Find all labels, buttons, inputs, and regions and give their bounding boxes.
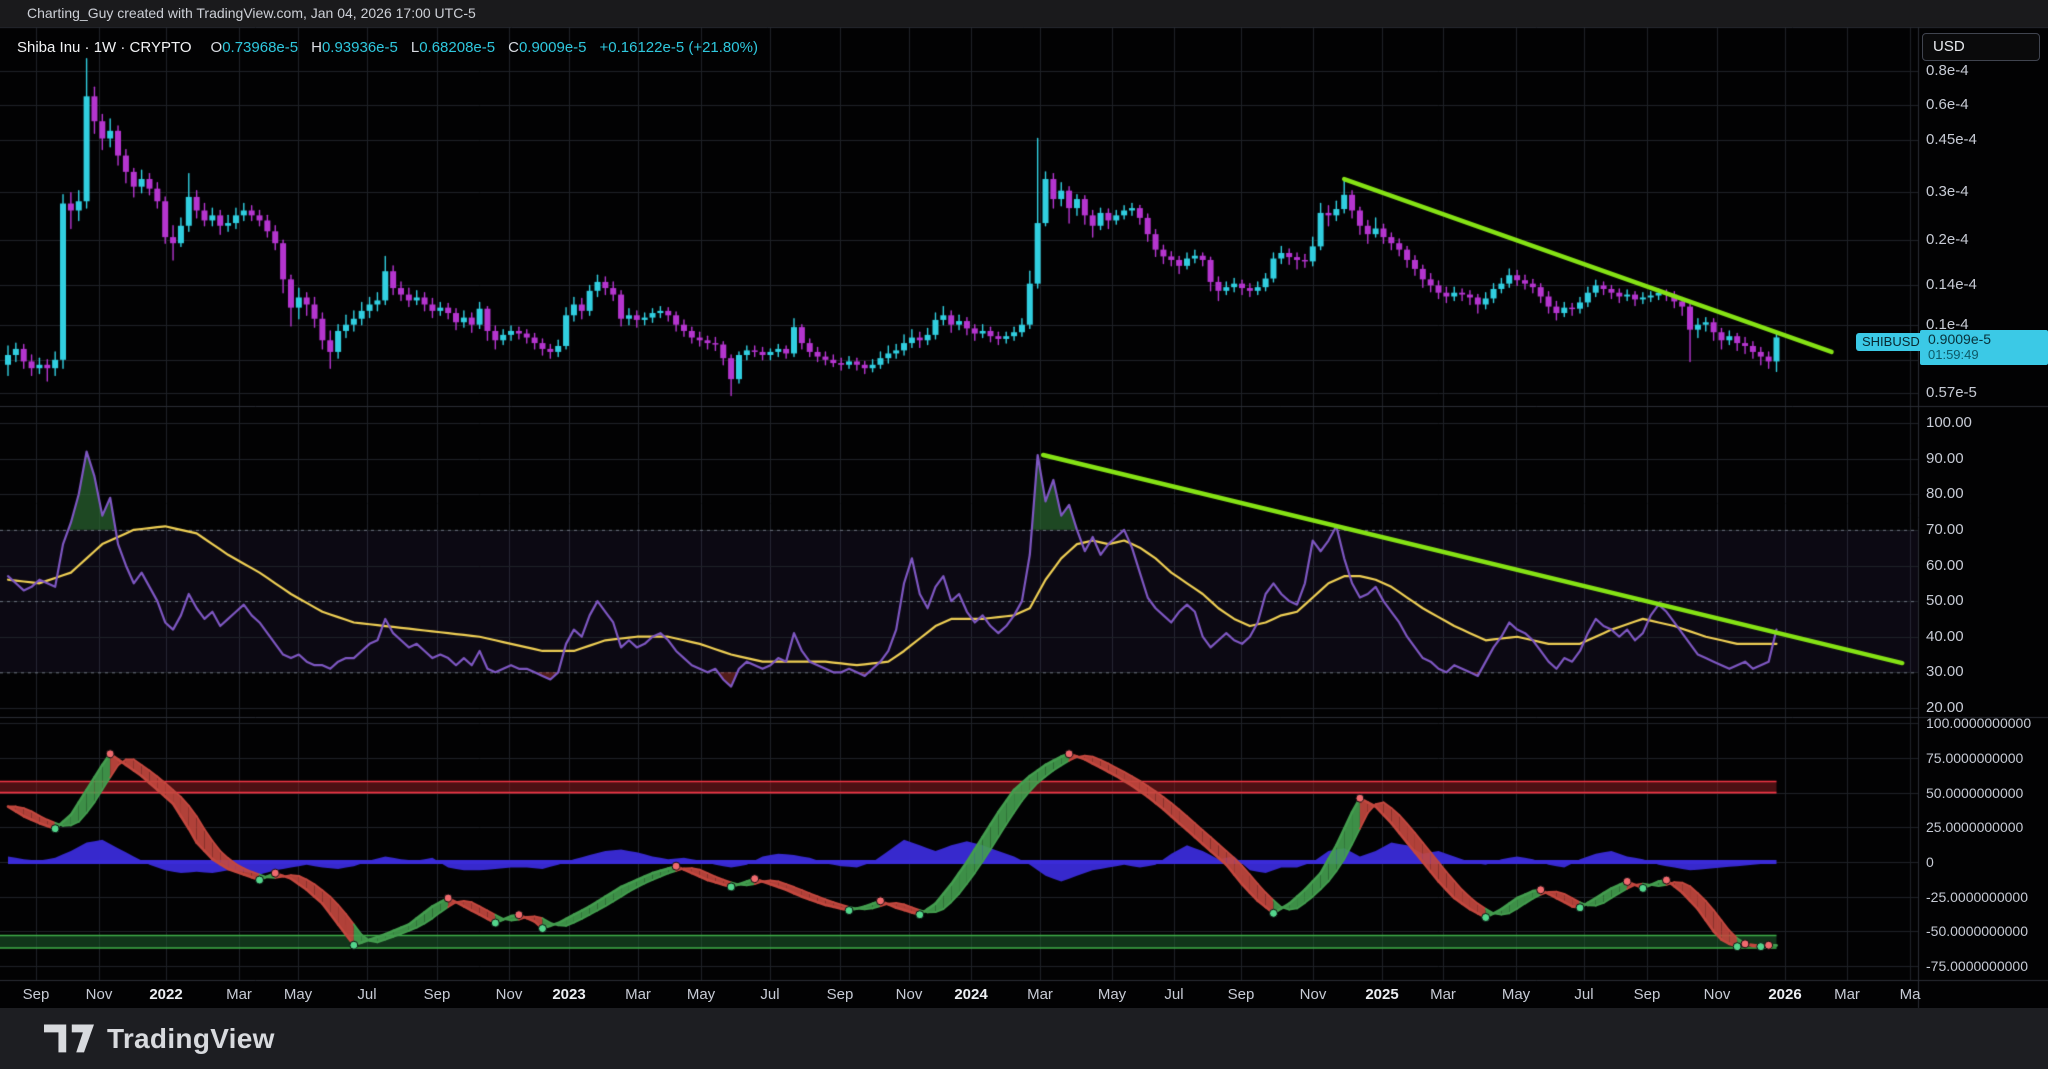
attribution-bar: Charting_Guy created with TradingView.co… <box>0 0 2048 27</box>
last-price-label: 0.9009e-5 01:59:49 <box>1920 330 2048 365</box>
symbol-legend: Shiba Inu · 1W · CRYPTO O0.73968e-5 H0.9… <box>17 39 758 56</box>
price-axis[interactable] <box>1918 27 2048 980</box>
symbol-price-flag: SHIBUSD <box>1856 333 1926 351</box>
ohlc-close: C0.9009e-5 <box>508 39 586 56</box>
ohlc-low: L0.68208e-5 <box>411 39 495 56</box>
bar-countdown: 01:59:49 <box>1928 347 2048 363</box>
symbol-title[interactable]: Shiba Inu · 1W · CRYPTO <box>17 39 192 56</box>
ohlc-high: H0.93936e-5 <box>311 39 398 56</box>
tradingview-wordmark[interactable]: TradingView <box>107 1023 275 1055</box>
last-price-value: 0.9009e-5 <box>1928 331 2048 347</box>
attribution-text: Charting_Guy created with TradingView.co… <box>27 5 476 21</box>
chart-canvas[interactable] <box>0 0 2048 1069</box>
footer-bar: TradingView <box>0 1008 2048 1069</box>
tradingview-chart-window: { "meta": { "attribution": "Charting_Guy… <box>0 0 2048 1069</box>
ohlc-open: O0.73968e-5 <box>211 39 299 56</box>
time-axis[interactable] <box>0 980 1918 1008</box>
currency-toggle-button[interactable]: USD <box>1922 33 2040 61</box>
tradingview-logo-icon[interactable] <box>44 1024 94 1054</box>
change-value: +0.16122e-5 (+21.80%) <box>600 39 758 56</box>
